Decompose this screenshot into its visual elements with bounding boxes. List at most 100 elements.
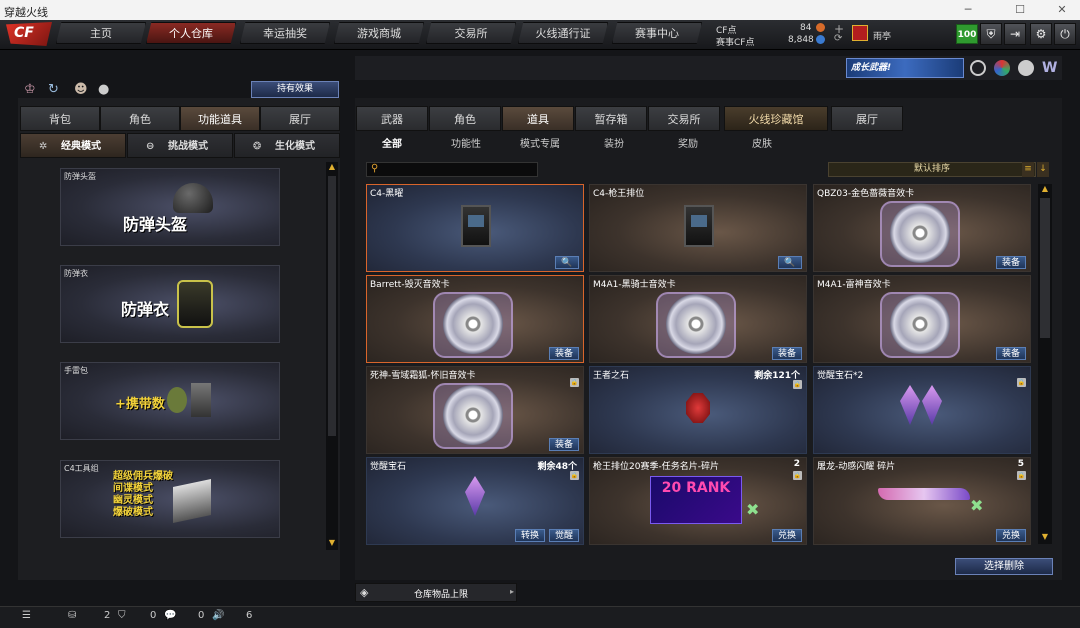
grenade-icon[interactable]: ● xyxy=(98,82,109,97)
item-card[interactable]: M4A1-黑骑士音效卡 装备 xyxy=(589,275,807,363)
shield-icon[interactable]: ⛨ xyxy=(980,23,1002,45)
item-card[interactable]: C4-枪王排位 🔍 xyxy=(589,184,807,272)
scroll-down-icon[interactable]: ▼ xyxy=(326,538,338,550)
left-scroll-thumb[interactable] xyxy=(328,176,336,436)
item-card[interactable]: Barrett-毁灭音效卡 装备 xyxy=(366,275,584,363)
c4-kit-icon xyxy=(173,478,211,524)
medal-icon[interactable]: ♔ xyxy=(24,82,36,97)
subtab-mode-exclusive[interactable]: 模式专属 xyxy=(510,136,570,154)
left-scrollbar[interactable]: ▲ ▼ xyxy=(326,162,338,550)
cycle-icon[interactable]: ↻ xyxy=(48,82,59,97)
card-caption: C4工具组 xyxy=(64,464,99,473)
nav-tab-pass[interactable]: 火线通行证 xyxy=(518,22,608,44)
emblem-icon[interactable] xyxy=(970,60,986,76)
nav-tab-shop[interactable]: 游戏商城 xyxy=(334,22,424,44)
mode-label: 生化模式 xyxy=(275,141,315,152)
refresh-icon[interactable]: ⟳ xyxy=(834,33,842,44)
nav-tab-exchange[interactable]: 交易所 xyxy=(426,22,516,44)
cd-disc-icon xyxy=(443,385,503,445)
redeem-button[interactable]: 兑换 xyxy=(996,529,1026,542)
subtab-all[interactable]: 全部 xyxy=(362,136,422,154)
lock-icon: 🔒 xyxy=(793,471,802,480)
subtab-reward[interactable]: 奖励 xyxy=(658,136,718,154)
item-card[interactable]: C4-黑曜 🔍 xyxy=(366,184,584,272)
mode-tab-challenge[interactable]: ⊖ 挑战模式 xyxy=(127,133,233,158)
item-card[interactable]: 死神-雪域霜狐-怀旧音效卡 🔒 装备 xyxy=(366,366,584,454)
item-card[interactable]: 屠龙-动感闪耀 碎片 5 🔒 ✖ 兑换 xyxy=(813,457,1031,545)
search-box[interactable]: ⚲ xyxy=(366,162,538,177)
maximize-icon[interactable]: ☐ xyxy=(1004,0,1036,20)
exit-icon[interactable]: ⇥ xyxy=(1004,23,1026,45)
scroll-down-icon[interactable]: ▼ xyxy=(1039,532,1051,544)
scroll-up-icon[interactable]: ▲ xyxy=(1039,184,1051,196)
search-input[interactable] xyxy=(385,164,535,175)
sort-dropdown[interactable]: 默认排序 xyxy=(828,162,1036,177)
redeem-button[interactable]: 兑换 xyxy=(772,529,802,542)
menu-icon[interactable]: ☰ xyxy=(22,610,31,621)
equip-button[interactable]: 装备 xyxy=(996,347,1026,360)
item-card[interactable]: 觉醒宝石 剩余48个 🔒 转换 觉醒 xyxy=(366,457,584,545)
effects-button[interactable]: 持有效果 xyxy=(251,81,339,98)
right-scrollbar[interactable]: ▲ ▼ xyxy=(1038,184,1052,544)
scroll-up-icon[interactable]: ▲ xyxy=(326,162,338,174)
item-card-c4[interactable]: C4工具组 超级佣兵爆破 间谍模式 幽灵模式 爆破模式 xyxy=(60,460,280,538)
item-card[interactable]: 觉醒宝石*2 🔒 xyxy=(813,366,1031,454)
w-logo-icon[interactable]: W xyxy=(1042,60,1057,76)
mode-tab-classic[interactable]: ✲ 经典模式 xyxy=(20,133,126,158)
inspect-button[interactable]: 🔍 xyxy=(778,256,802,269)
equip-button[interactable]: 装备 xyxy=(549,347,579,360)
inspect-button[interactable]: 🔍 xyxy=(555,256,579,269)
gear-icon[interactable]: ⚙ xyxy=(1030,23,1052,45)
convert-button[interactable]: 转换 xyxy=(515,529,545,542)
nav-tab-lottery[interactable]: 幸运抽奖 xyxy=(240,22,330,44)
equip-button[interactable]: 装备 xyxy=(549,438,579,451)
team-icon[interactable]: ⛁ xyxy=(68,610,76,621)
minimize-icon[interactable]: ─ xyxy=(952,0,984,20)
mode-tab-zombie[interactable]: ❂ 生化模式 xyxy=(234,133,340,158)
right-tab-character[interactable]: 角色 xyxy=(429,106,501,131)
subtab-functional[interactable]: 功能性 xyxy=(436,136,496,154)
nav-tab-events[interactable]: 赛事中心 xyxy=(612,22,702,44)
volume-icon[interactable]: 🔊 xyxy=(212,610,224,621)
delete-selected-button[interactable]: 选择删除 xyxy=(955,558,1053,575)
item-card[interactable]: QBZ03-金色蔷薇音效卡 装备 xyxy=(813,184,1031,272)
color-wheel-icon[interactable] xyxy=(994,60,1010,76)
chat-icon[interactable]: 💬 xyxy=(164,610,176,621)
lock-icon: 🔒 xyxy=(570,378,579,387)
capacity-bar[interactable]: ◈ 仓库物品上限 ▸ xyxy=(355,583,517,602)
right-tab-items[interactable]: 道具 xyxy=(502,106,574,131)
award-icon[interactable] xyxy=(1018,60,1034,76)
right-tab-storage[interactable]: 暂存箱 xyxy=(575,106,647,131)
list-view-icon[interactable]: ≡ xyxy=(1022,162,1034,177)
character-icon[interactable]: ☻ xyxy=(74,82,88,97)
left-tab-character[interactable]: 角色 xyxy=(100,106,180,131)
subtab-skin[interactable]: 皮肤 xyxy=(732,136,792,154)
left-tab-showroom[interactable]: 展厅 xyxy=(260,106,340,131)
zombie-mode-icon: ❂ xyxy=(253,141,262,152)
left-tab-backpack[interactable]: 背包 xyxy=(20,106,100,131)
sort-order-icon[interactable]: ↓ xyxy=(1037,162,1049,177)
item-card[interactable]: 王者之石 剩余121个 🔒 xyxy=(589,366,807,454)
right-tab-weapons[interactable]: 武器 xyxy=(356,106,428,131)
right-tab-showroom[interactable]: 展厅 xyxy=(831,106,903,131)
growth-weapon-banner[interactable]: 成长武器! xyxy=(846,58,964,78)
equip-button[interactable]: 装备 xyxy=(996,256,1026,269)
nav-tab-home[interactable]: 主页 xyxy=(56,22,146,44)
item-card[interactable]: 枪王排位20赛季-任务名片-碎片 2 🔒 20 RANK ✖ 兑换 xyxy=(589,457,807,545)
badge-icon[interactable]: ⛉ xyxy=(118,610,126,621)
power-icon[interactable]: ⏻ xyxy=(1054,23,1076,45)
close-icon[interactable]: ✕ xyxy=(1046,0,1078,20)
right-scroll-thumb[interactable] xyxy=(1040,198,1050,338)
item-card[interactable]: M4A1-雷神音效卡 装备 xyxy=(813,275,1031,363)
subtab-cosmetic[interactable]: 装扮 xyxy=(584,136,644,154)
right-tab-exchange[interactable]: 交易所 xyxy=(648,106,720,131)
item-card-grenade[interactable]: 手雷包 +携带数 xyxy=(60,362,280,440)
card-title: 防弹衣 xyxy=(121,300,170,319)
equip-button[interactable]: 装备 xyxy=(772,347,802,360)
left-tab-items[interactable]: 功能道具 xyxy=(180,106,260,131)
nav-tab-warehouse[interactable]: 个人仓库 xyxy=(146,22,236,44)
right-tab-collection[interactable]: 火线珍藏馆 xyxy=(724,106,828,131)
awaken-button[interactable]: 觉醒 xyxy=(549,529,579,542)
item-card-helmet[interactable]: 防弹头盔 防弹头盔 xyxy=(60,168,280,246)
item-card-vest[interactable]: 防弹衣 防弹衣 xyxy=(60,265,280,343)
